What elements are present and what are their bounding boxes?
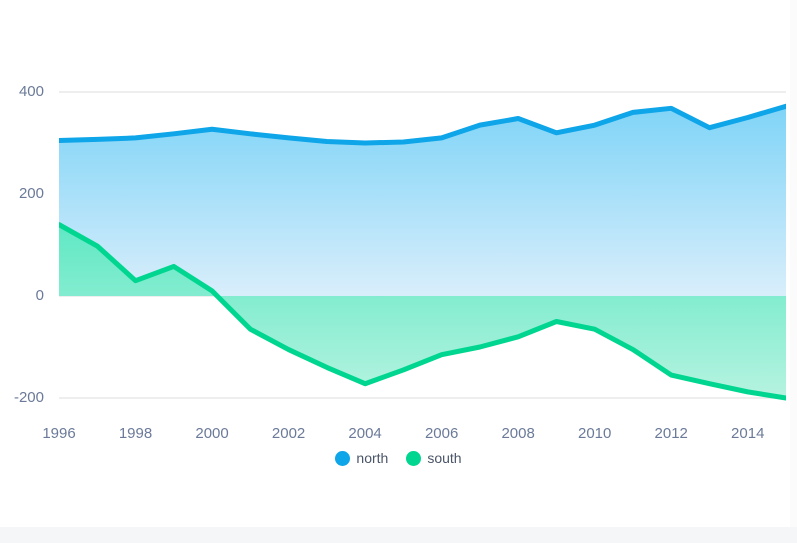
legend-marker-south-icon bbox=[406, 450, 422, 466]
x-tick-label-2010: 2010 bbox=[577, 425, 612, 442]
x-tick-label-2012: 2012 bbox=[654, 425, 688, 442]
chart-legend: north south bbox=[0, 450, 797, 466]
legend-item-north[interactable]: north bbox=[335, 450, 388, 466]
area-chart: 400 200 0 -200 1996 1998 2000 2002 2004 2006 2008… bbox=[0, 0, 797, 543]
legend-marker-north-icon bbox=[335, 450, 351, 466]
x-tick-label-2004: 2004 bbox=[348, 425, 382, 442]
legend-label-south: south bbox=[427, 450, 462, 466]
right-edge-strip bbox=[790, 0, 797, 527]
y-tick-label--200: -200 bbox=[13, 389, 44, 406]
x-tick-label-2008: 2008 bbox=[501, 425, 535, 442]
x-tick-label-2000: 2000 bbox=[195, 425, 229, 442]
bottom-edge-strip bbox=[0, 527, 797, 543]
x-tick-label-1996: 1996 bbox=[42, 425, 76, 442]
x-tick-label-2002: 2002 bbox=[271, 425, 306, 442]
legend-label-north: north bbox=[356, 450, 389, 466]
y-tick-label-400: 400 bbox=[18, 83, 44, 100]
x-tick-label-2006: 2006 bbox=[424, 425, 459, 442]
x-tick-label-1998: 1998 bbox=[118, 425, 153, 442]
x-tick-label-2014: 2014 bbox=[731, 425, 765, 442]
y-tick-label-200: 200 bbox=[18, 185, 44, 202]
y-tick-label-0: 0 bbox=[35, 287, 44, 304]
legend-item-south[interactable]: south bbox=[406, 450, 462, 466]
